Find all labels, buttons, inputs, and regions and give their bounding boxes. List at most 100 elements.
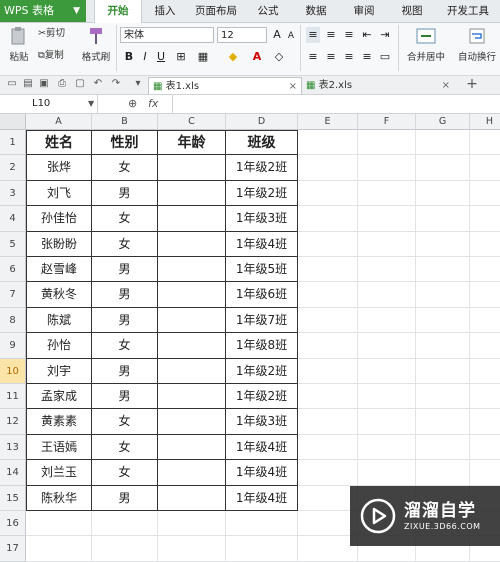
table-cell[interactable]: 刘兰玉: [26, 460, 92, 486]
distribute-icon[interactable]: ▭: [378, 49, 392, 65]
table-cell[interactable]: [158, 358, 226, 384]
cell-g3[interactable]: [416, 180, 470, 207]
table-cell[interactable]: [158, 409, 226, 435]
open-folder-icon[interactable]: ▤: [22, 78, 34, 90]
align-right-icon[interactable]: ≡: [342, 49, 356, 65]
table-cell[interactable]: [158, 384, 226, 410]
cell-a17[interactable]: [26, 536, 92, 562]
column-header-h[interactable]: H: [470, 114, 500, 130]
cell-g13[interactable]: [416, 434, 470, 461]
format-painter-button[interactable]: 格式刷: [80, 26, 112, 63]
column-header-d[interactable]: D: [226, 114, 298, 130]
cell-e13[interactable]: [298, 434, 358, 461]
row-header-6[interactable]: 6: [0, 257, 26, 283]
row-header-5[interactable]: 5: [0, 231, 26, 257]
row-header-7[interactable]: 7: [0, 282, 26, 308]
cell-h13[interactable]: [470, 435, 500, 461]
cell-g2[interactable]: [416, 155, 470, 181]
cell-c17[interactable]: [158, 536, 226, 562]
cell-f13[interactable]: [358, 434, 416, 461]
table-cell[interactable]: 1年级8班: [226, 333, 298, 359]
table-cell[interactable]: 孟家成: [26, 384, 92, 410]
table-cell[interactable]: 赵雪峰: [26, 257, 92, 283]
cell-d16[interactable]: [226, 511, 298, 537]
cell-f8[interactable]: [358, 307, 416, 334]
row-header-1[interactable]: 1: [0, 130, 26, 156]
cell-f10[interactable]: [358, 358, 416, 384]
cell-h3[interactable]: [470, 181, 500, 207]
cell-h8[interactable]: [470, 308, 500, 334]
table-cell[interactable]: [158, 460, 226, 486]
row-header-4[interactable]: 4: [0, 206, 26, 232]
table-cell[interactable]: 张盼盼: [26, 231, 92, 257]
select-all-corner[interactable]: [0, 114, 26, 130]
cell-e16[interactable]: [298, 511, 358, 537]
table-cell[interactable]: [158, 257, 226, 283]
close-icon[interactable]: ×: [289, 78, 297, 95]
cell-f1[interactable]: [358, 130, 416, 156]
table-cell[interactable]: 1年级3班: [226, 409, 298, 435]
cell-g8[interactable]: [416, 307, 470, 334]
row-header-12[interactable]: 12: [0, 409, 26, 435]
row-header-15[interactable]: 15: [0, 485, 26, 511]
paste-button[interactable]: 粘贴: [4, 26, 34, 63]
table-cell[interactable]: 1年级4班: [226, 434, 298, 461]
formula-input[interactable]: [172, 95, 500, 113]
tab-home[interactable]: 开始: [94, 0, 142, 23]
cell-e3[interactable]: [298, 180, 358, 207]
cell-e14[interactable]: [298, 460, 358, 486]
cell-e10[interactable]: [298, 358, 358, 384]
row-header-16[interactable]: 16: [0, 511, 26, 537]
tab-developer[interactable]: 开发工具: [442, 0, 494, 22]
cell-e12[interactable]: [298, 409, 358, 435]
table-header-cell[interactable]: 姓名: [26, 130, 92, 156]
table-cell[interactable]: 1年级2班: [226, 155, 298, 181]
table-cell[interactable]: 男: [92, 257, 158, 283]
cell-h6[interactable]: [470, 257, 500, 283]
table-header-cell[interactable]: 班级: [226, 130, 298, 156]
cell-g6[interactable]: [416, 257, 470, 283]
table-cell[interactable]: 陈秋华: [26, 485, 92, 511]
table-cell[interactable]: 1年级4班: [226, 460, 298, 486]
align-left-icon[interactable]: ≡: [306, 49, 320, 65]
row-header-14[interactable]: 14: [0, 460, 26, 486]
cell-g5[interactable]: [416, 231, 470, 257]
table-cell[interactable]: 王语嫣: [26, 434, 92, 461]
column-header-c[interactable]: C: [158, 114, 226, 130]
cell-e15[interactable]: [298, 485, 358, 511]
cell-e1[interactable]: [298, 130, 358, 156]
cell-h10[interactable]: [470, 359, 500, 384]
fx-label[interactable]: fx: [148, 95, 158, 113]
tab-insert[interactable]: 插入: [150, 0, 180, 22]
cell-c16[interactable]: [158, 511, 226, 537]
cell-f14[interactable]: [358, 460, 416, 486]
cell-f4[interactable]: [358, 206, 416, 232]
table-cell[interactable]: 男: [92, 282, 158, 308]
cell-g11[interactable]: [416, 384, 470, 410]
tab-formula[interactable]: 公式: [254, 0, 282, 22]
table-cell[interactable]: 女: [92, 206, 158, 232]
new-file-icon[interactable]: ▭: [6, 78, 18, 90]
table-cell[interactable]: 男: [92, 307, 158, 334]
table-cell[interactable]: 黄素素: [26, 409, 92, 435]
table-cell[interactable]: 黄秋冬: [26, 282, 92, 308]
table-cell[interactable]: [158, 231, 226, 257]
fill-color-icon[interactable]: ◆: [226, 49, 240, 65]
cell-g9[interactable]: [416, 333, 470, 359]
merge-center-button[interactable]: 合并居中: [400, 26, 452, 63]
cell-f6[interactable]: [358, 257, 416, 283]
bold-button[interactable]: B: [122, 49, 136, 65]
print-icon[interactable]: ⎙: [56, 78, 68, 90]
table-header-cell[interactable]: 性别: [92, 130, 158, 156]
redo-icon[interactable]: ↷: [110, 78, 122, 90]
cell-h4[interactable]: [470, 206, 500, 232]
cell-g10[interactable]: [416, 358, 470, 384]
app-menu-button[interactable]: WPS 表格 ▼: [0, 0, 86, 22]
indent-icon[interactable]: ⇤: [360, 27, 374, 43]
table-cell[interactable]: 女: [92, 155, 158, 181]
table-cell[interactable]: [158, 282, 226, 308]
column-header-b[interactable]: B: [92, 114, 158, 130]
table-cell[interactable]: 男: [92, 384, 158, 410]
cell-f5[interactable]: [358, 231, 416, 257]
cell-h12[interactable]: [470, 409, 500, 435]
